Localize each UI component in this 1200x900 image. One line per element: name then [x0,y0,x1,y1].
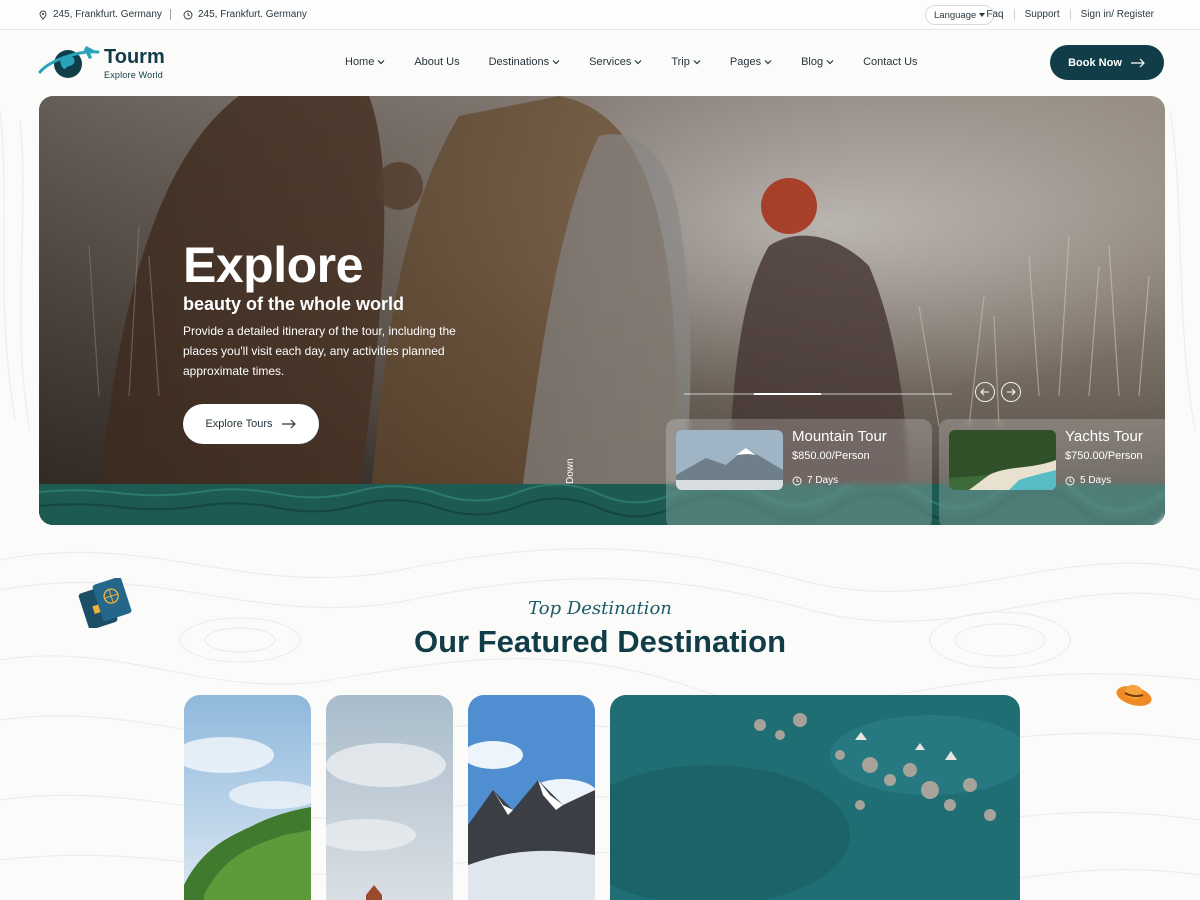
destination-card[interactable] [468,695,595,900]
nav-label: Services [589,56,632,68]
chevron-down-icon [764,60,772,65]
nav-trip[interactable]: Trip [671,56,701,68]
nav-destinations[interactable]: Destinations [489,56,561,68]
tour-price: $750.00/Person [1065,450,1143,462]
tour-duration: 5 Days [1065,475,1111,486]
nav-label: About Us [414,56,460,68]
explore-tours-button[interactable]: Explore Tours [183,404,319,444]
address-info: 245, Frankfurt. Germany [38,9,162,20]
hat-icon [1116,684,1152,706]
nav-label: Trip [671,56,690,68]
nav-label: Home [345,56,375,68]
tour-name: Yachts Tour [1065,428,1143,445]
top-links: Faq Support Sign in/ Register [976,9,1164,20]
chevron-down-icon [693,60,701,65]
hero-description: Provide a detailed itinerary of the tour… [183,324,456,378]
slider-progress [684,393,952,395]
tour-thumbnail [949,430,1056,490]
chevron-down-icon [377,60,385,65]
tour-duration-text: 7 Days [807,475,839,486]
chevron-down-icon [634,60,642,65]
main-nav: Home About Us Destinations Services Trip… [345,56,947,68]
nav-services[interactable]: Services [589,56,642,68]
hero-title: Explore [183,237,363,293]
tour-price: $850.00/Person [792,450,870,462]
nav-label: Blog [801,56,824,68]
nav-home[interactable]: Home [345,56,385,68]
scroll-down-label[interactable]: Down [565,458,576,484]
arrow-right-icon [1130,58,1145,67]
nav-label: Destinations [488,56,550,68]
chevron-down-icon [552,60,560,65]
clock-icon [183,10,193,19]
divider [170,9,171,20]
section-title: Our Featured Destination [413,624,787,659]
explore-tours-label: Explore Tours [205,418,273,430]
hours-text: 245, Frankfurt. Germany [198,9,307,20]
slider-next-button[interactable] [1001,382,1021,402]
signin-link[interactable]: Sign in/ Register [1069,9,1164,20]
arrow-left-icon [980,388,989,396]
faq-link[interactable]: Faq [976,9,1013,20]
logo-globe-icon [38,46,100,78]
arrow-right-icon [1007,388,1016,396]
nav-label: Contact Us [863,56,918,68]
slider-prev-button[interactable] [975,382,995,402]
tour-card[interactable]: Mountain Tour $850.00/Person 7 Days [666,419,932,525]
support-link[interactable]: Support [1013,9,1070,20]
hero-slider: Explore beauty of the whole world Provid… [39,96,1165,525]
book-now-button[interactable]: Book Now [1050,45,1164,80]
location-icon [39,10,47,20]
tour-name: Mountain Tour [792,428,887,445]
destination-card[interactable] [610,695,1020,900]
nav-blog[interactable]: Blog [801,56,834,68]
logo[interactable]: Tourm Explore World [38,42,178,82]
nav-label: Pages [729,56,762,68]
arrow-right-icon [281,419,296,429]
nav-about[interactable]: About Us [414,56,459,68]
destination-card[interactable] [326,695,453,900]
hero-subtitle: beauty of the whole world [183,294,405,314]
nav-pages[interactable]: Pages [730,56,772,68]
language-label: Language [934,9,977,21]
slider-progress-fill [753,393,821,395]
address-text: 245, Frankfurt. Germany [53,9,162,20]
tour-duration: 7 Days [792,475,838,486]
clock-icon [1065,476,1075,485]
logo-title: Tourm [104,46,165,68]
top-bar: 245, Frankfurt. Germany 245, Frankfurt. … [0,0,1200,30]
chevron-down-icon [826,60,834,65]
tour-duration-text: 5 Days [1080,475,1112,486]
hours-info: 245, Frankfurt. Germany [183,9,307,20]
destination-card[interactable] [184,695,311,900]
clock-icon [792,476,802,485]
section-tagline: Top Destination [528,598,672,619]
nav-contact[interactable]: Contact Us [863,56,917,68]
tour-card[interactable]: Yachts Tour $750.00/Person 5 Days [939,419,1165,525]
book-now-label: Book Now [1068,56,1122,69]
logo-subtitle: Explore World [104,70,163,80]
tour-thumbnail [676,430,783,490]
